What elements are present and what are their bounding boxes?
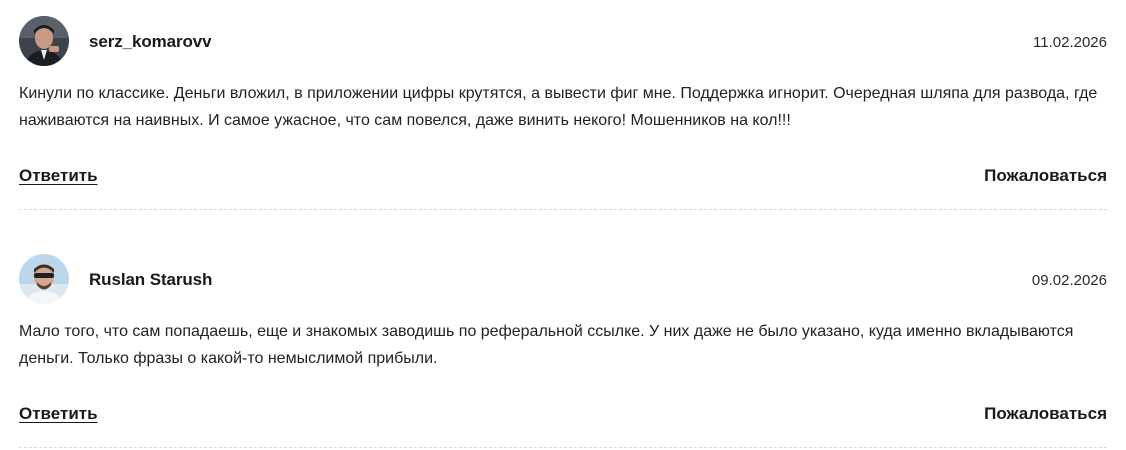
comment-actions: Ответить Пожаловаться [19,166,1107,194]
report-link[interactable]: Пожаловаться [984,404,1107,424]
reply-link[interactable]: Ответить [19,166,98,186]
comment-author: serz_komarovv [89,32,212,51]
comment-divider [19,447,1107,448]
comment-text: Кинули по классике. Деньги вложил, в при… [19,85,1098,129]
avatar[interactable] [19,16,69,66]
comment-author: Ruslan Starush [89,270,213,289]
comment-text: Мало того, что сам попадаешь, еще и знак… [19,323,1074,367]
user-avatar-image [19,16,69,66]
comment-date: 09.02.2026 [1031,272,1107,289]
comment-item: serz_komarovv 11.02.2026 Кинули по класс… [19,16,1107,210]
comment-actions: Ответить Пожаловаться [19,404,1107,432]
comment-divider [19,209,1107,210]
reply-link[interactable]: Ответить [19,404,98,424]
comment-header: Ruslan Starush 09.02.2026 [19,254,1107,306]
comment-date: 11.02.2026 [1033,34,1107,51]
comment-item: Ruslan Starush 09.02.2026 Мало того, что… [19,254,1107,448]
report-link[interactable]: Пожаловаться [984,166,1107,186]
avatar[interactable] [19,254,69,304]
user-avatar-image [19,254,69,304]
comments-list: serz_komarovv 11.02.2026 Кинули по класс… [0,0,1126,450]
comment-header: serz_komarovv 11.02.2026 [19,16,1107,68]
